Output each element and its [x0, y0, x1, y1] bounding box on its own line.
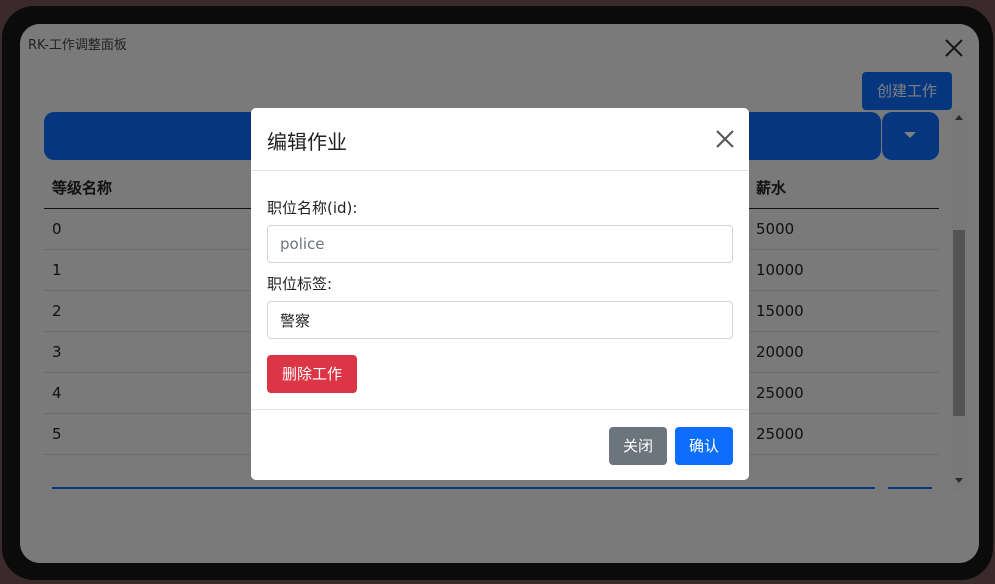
close-button[interactable]: 关闭 [609, 427, 667, 465]
edit-job-modal: 编辑作业 职位名称(id): 职位标签: 删除工作 关闭 确认 [251, 108, 749, 480]
job-name-input[interactable] [267, 225, 733, 263]
delete-job-button[interactable]: 删除工作 [267, 355, 357, 393]
modal-header: 编辑作业 [251, 108, 749, 171]
job-name-label: 职位名称(id): [267, 199, 358, 217]
modal-title: 编辑作业 [267, 130, 347, 154]
job-tag-label: 职位标签: [267, 275, 333, 293]
modal-footer: 关闭 确认 [251, 409, 749, 480]
confirm-button[interactable]: 确认 [675, 427, 733, 465]
job-tag-input[interactable] [267, 301, 733, 339]
close-icon[interactable] [714, 128, 736, 150]
